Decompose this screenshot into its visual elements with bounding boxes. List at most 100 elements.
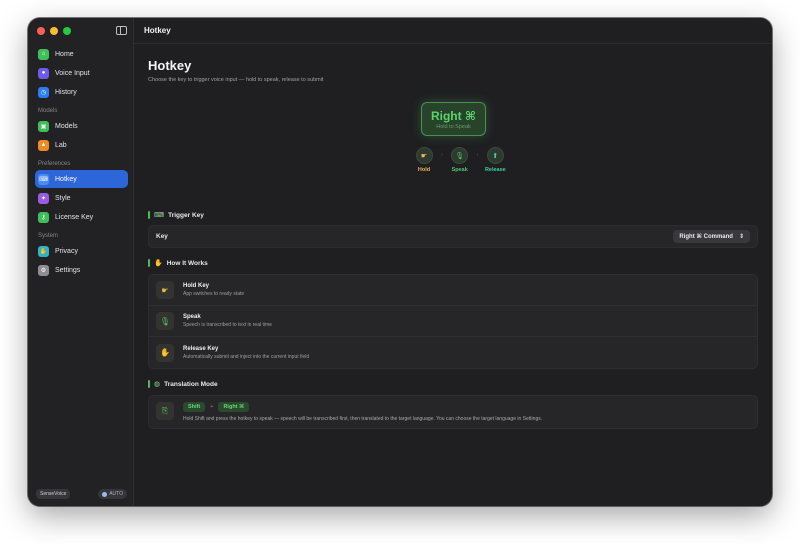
sidebar-item-lab[interactable]: ▲ Lab	[35, 136, 128, 154]
hotkey-caption: Hold to Speak	[436, 124, 471, 130]
hand-icon: ✋	[156, 343, 174, 362]
close-window-button[interactable]	[37, 27, 45, 35]
sidebar-item-models[interactable]: ▣ Models	[35, 117, 128, 135]
section-accent	[148, 259, 150, 267]
key-icon: ⚷	[38, 211, 49, 223]
sidebar-footer: SenseVoice AUTO	[36, 489, 127, 499]
sidebar-toggle-icon[interactable]	[116, 26, 127, 35]
sidebar-nav: ⌂ Home ● Voice Input ◷ History Models ▣ Models ▲ L…	[35, 45, 128, 280]
microphone-icon: ●	[38, 67, 49, 79]
mode-badge[interactable]: AUTO	[98, 489, 127, 499]
hotkey-hero: Right ⌘ Hold to Speak ☛ Hold › 🎙 Speak › ⬆ Rele…	[148, 102, 758, 182]
sidebar-section-models: Models	[38, 108, 58, 114]
trigger-key-select[interactable]: Right ⌘ Command ⇕	[673, 230, 750, 243]
page-title: Hotkey	[148, 58, 192, 73]
sidebar-item-label: History	[55, 88, 77, 96]
globe-icon: ◍	[154, 381, 161, 388]
step-release: ⬆ Release	[484, 147, 506, 173]
sidebar-item-license-key[interactable]: ⚷ License Key	[35, 208, 128, 226]
step-hold: ☛ Hold	[413, 147, 435, 173]
section-accent	[148, 380, 150, 388]
page-subtitle: Choose the key to trigger voice input — …	[148, 77, 324, 83]
trigger-section-header: ⌨ Trigger Key	[148, 211, 204, 219]
how-row-speak: 🎙 Speak Speech is transcribed to text in r…	[149, 306, 757, 337]
toolbar-title: Hotkey	[134, 18, 772, 44]
flask-icon: ▲	[38, 139, 49, 151]
trigger-key-label: Key	[156, 233, 168, 240]
sidebar-item-home[interactable]: ⌂ Home	[35, 45, 128, 63]
how-row-description: Automatically submit and inject into the…	[183, 353, 310, 360]
sidebar-item-privacy[interactable]: ✋ Privacy	[35, 242, 128, 260]
command-key: Right ⌘	[218, 402, 250, 412]
section-accent	[148, 211, 150, 219]
step-label: Release	[484, 167, 506, 173]
step-label: Hold	[417, 167, 431, 173]
how-row-description: Speech is transcribed to text in real ti…	[183, 322, 272, 328]
content: Hotkey Choose the key to trigger voice i…	[148, 44, 758, 429]
sidebar-item-label: Privacy	[55, 247, 78, 255]
trigger-key-value: Right ⌘ Command	[679, 234, 733, 240]
trigger-key-row: Key Right ⌘ Command ⇕	[149, 226, 757, 247]
sidebar-item-label: Style	[55, 194, 71, 202]
model-badge[interactable]: SenseVoice	[36, 489, 71, 499]
sidebar-item-voice-input[interactable]: ● Voice Input	[35, 64, 128, 82]
house-icon: ⌂	[38, 48, 49, 60]
sidebar-item-hotkey[interactable]: ⌨ Hotkey	[35, 170, 128, 188]
release-icon: ⬆	[486, 147, 504, 164]
cpu-icon: ▣	[38, 120, 49, 132]
hotkey-key: Right ⌘	[430, 109, 477, 123]
plus-sign: +	[210, 404, 214, 410]
sparkle-icon: ✦	[38, 192, 49, 204]
keyboard-icon: ⌨	[38, 173, 49, 185]
shift-key: Shift	[183, 402, 206, 412]
sidebar-section-system: System	[38, 233, 59, 239]
minimize-window-button[interactable]	[50, 27, 58, 35]
microphone-icon: 🎙	[451, 147, 469, 164]
how-row-title: Release Key	[183, 345, 219, 352]
sidebar-section-preferences: Preferences	[38, 161, 71, 167]
step-flow: ☛ Hold › 🎙 Speak › ⬆ Release	[413, 147, 506, 173]
sidebar: ⌂ Home ● Voice Input ◷ History Models ▣ Models ▲ L…	[28, 18, 134, 506]
microphone-icon: 🎙	[156, 312, 174, 330]
hand-icon: ✋	[38, 245, 49, 257]
trigger-section-title: Trigger Key	[168, 211, 204, 219]
clock-icon: ◷	[38, 86, 49, 98]
zoom-window-button[interactable]	[63, 27, 71, 35]
sidebar-item-label: Voice Input	[55, 69, 90, 77]
hand-icon: ✋	[154, 260, 163, 267]
chevron-up-down-icon: ⇕	[738, 234, 744, 240]
sidebar-item-settings[interactable]: ⚙ Settings	[35, 261, 128, 279]
how-row-release-key: ✋ Release Key Automatically submit and inj…	[149, 337, 757, 368]
sidebar-item-label: Models	[55, 122, 78, 130]
gear-icon: ⚙	[38, 264, 49, 276]
how-section-header: ✋ How It Works	[148, 259, 208, 267]
how-row-hold-key: ☛ Hold Key App switches to ready state	[149, 275, 757, 306]
keyboard-icon: ⌨	[154, 212, 165, 219]
main-panel: Hotkey Hotkey Choose the key to trigger …	[134, 18, 772, 506]
translation-section-title: Translation Mode	[164, 380, 218, 388]
translation-shortcut: Shift + Right ⌘	[183, 402, 542, 412]
app-window: ⌂ Home ● Voice Input ◷ History Models ▣ Models ▲ L…	[28, 18, 772, 506]
sidebar-item-label: Home	[55, 50, 74, 58]
sidebar-item-history[interactable]: ◷ History	[35, 83, 128, 101]
step-separator-icon: ›	[441, 152, 443, 158]
how-row-description: App switches to ready state	[183, 291, 245, 297]
step-separator-icon: ›	[476, 152, 479, 158]
sidebar-item-style[interactable]: ✦ Style	[35, 189, 128, 207]
step-speak: 🎙 Speak	[449, 147, 471, 173]
window-controls	[37, 27, 71, 35]
sidebar-item-label: Settings	[55, 266, 81, 274]
how-row-title: Hold Key	[183, 283, 210, 289]
step-label: Speak	[451, 167, 468, 173]
how-row-title: Speak	[183, 314, 201, 320]
hand-point-icon: ☛	[415, 147, 433, 164]
hotkey-display: Right ⌘ Hold to Speak	[421, 102, 486, 136]
translation-description: Hold Shift and press the hotkey to speak…	[183, 416, 543, 422]
how-section-title: How It Works	[166, 259, 208, 267]
translate-icon: ⎘	[156, 402, 174, 420]
mode-label: AUTO	[109, 491, 123, 497]
translation-section-header: ◍ Translation Mode	[148, 380, 218, 388]
sidebar-item-label: Hotkey	[55, 175, 77, 183]
how-card: ☛ Hold Key App switches to ready state 🎙 Spe…	[148, 274, 758, 369]
hand-point-icon: ☛	[156, 281, 174, 299]
